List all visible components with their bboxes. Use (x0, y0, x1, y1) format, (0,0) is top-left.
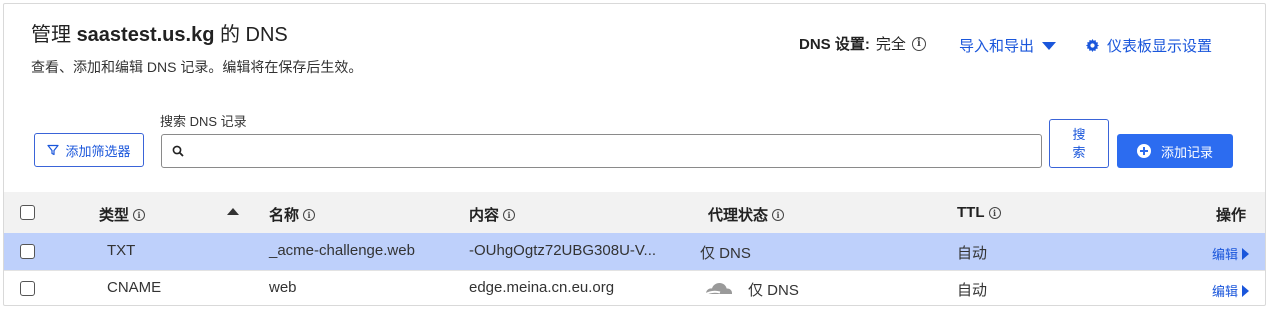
dns-setting-value: 完全 (875, 36, 906, 53)
column-ttl[interactable]: TTL i (957, 204, 1001, 221)
add-filter-button[interactable]: 添加筛选器 (34, 133, 144, 167)
import-export-label: 导入和导出 (959, 38, 1035, 55)
add-record-label: 添加记录 (1160, 144, 1213, 160)
caret-right-icon (1242, 247, 1250, 260)
row-checkbox[interactable] (20, 244, 35, 259)
search-box (161, 134, 1042, 168)
record-ttl: 自动 (957, 245, 988, 262)
column-proxy-status[interactable]: 代理状态 i (708, 204, 785, 225)
table-row[interactable]: CNAME web edge.meina.cn.eu.org 仅 DNS 自动 … (4, 270, 1265, 307)
dns-setting-status: DNS 设置: 完全 i (799, 33, 926, 54)
record-type: CNAME (107, 279, 162, 296)
sort-ascending-icon[interactable] (227, 208, 239, 215)
record-content: edge.meina.cn.eu.org (469, 279, 615, 296)
column-name-label: 名称 (269, 207, 300, 224)
column-content[interactable]: 内容 i (469, 204, 516, 225)
domain-name: saastest.us.kg (76, 24, 215, 46)
table-header: 类型 i 名称 i 内容 i 代理状态 i TTL i 操作 (4, 192, 1265, 233)
gear-icon (1086, 39, 1099, 52)
column-ttl-label: TTL (957, 204, 985, 221)
edit-link[interactable]: 编辑 (1212, 244, 1250, 263)
column-name[interactable]: 名称 i (269, 204, 316, 225)
import-export-dropdown[interactable]: 导入和导出 (959, 35, 1057, 56)
edit-label: 编辑 (1212, 247, 1239, 262)
search-icon (172, 145, 184, 157)
column-actions: 操作 (1216, 207, 1247, 224)
record-name: _acme-challenge.web (269, 242, 415, 259)
dashboard-settings-label: 仪表板显示设置 (1107, 38, 1213, 55)
select-all-checkbox[interactable] (20, 205, 35, 220)
info-icon: i (503, 208, 516, 221)
info-icon: i (772, 208, 785, 221)
info-icon: i (303, 208, 316, 221)
dns-setting-label: DNS 设置: (799, 36, 870, 53)
info-icon: i (133, 208, 146, 221)
search-label: 搜索 DNS 记录 (160, 114, 247, 129)
record-ttl: 自动 (957, 282, 988, 299)
dashboard-display-settings-link[interactable]: 仪表板显示设置 (1086, 35, 1212, 56)
page-title: 管理 saastest.us.kg 的 DNS (31, 18, 288, 47)
table-row[interactable]: TXT _acme-challenge.web -OUhgOgtz72UBG30… (4, 233, 1265, 270)
column-proxy-status-label: 代理状态 (708, 207, 769, 224)
search-button-label-1: 搜 (1072, 126, 1086, 142)
record-name: web (269, 279, 297, 296)
add-record-button[interactable]: 添加记录 (1117, 134, 1233, 168)
search-button[interactable]: 搜 索 (1049, 119, 1109, 168)
search-input[interactable] (184, 135, 1041, 167)
column-content-label: 内容 (469, 207, 500, 224)
chevron-down-icon (1042, 41, 1057, 50)
column-type[interactable]: 类型 i (99, 204, 146, 225)
info-icon: i (988, 206, 1001, 219)
edit-label: 编辑 (1212, 284, 1239, 299)
row-checkbox[interactable] (20, 281, 35, 296)
info-icon[interactable]: i (911, 36, 926, 51)
page-subtitle: 查看、添加和编辑 DNS 记录。编辑将在保存后生效。 (31, 59, 363, 75)
title-suffix: 的 DNS (219, 24, 288, 46)
column-type-label: 类型 (99, 207, 130, 224)
record-content: -OUhgOgtz72UBG308U-V... (469, 242, 657, 259)
proxy-status: 仅 DNS (748, 282, 799, 299)
title-prefix: 管理 (31, 24, 71, 46)
proxy-status: 仅 DNS (700, 245, 751, 262)
caret-right-icon (1242, 284, 1250, 297)
record-type: TXT (107, 242, 136, 259)
dns-only-cloud-icon (703, 283, 732, 296)
add-filter-label: 添加筛选器 (65, 143, 131, 159)
edit-link[interactable]: 编辑 (1212, 281, 1250, 300)
plus-circle-icon (1136, 144, 1151, 158)
filter-icon (47, 144, 60, 156)
search-button-label-2: 索 (1072, 144, 1086, 160)
